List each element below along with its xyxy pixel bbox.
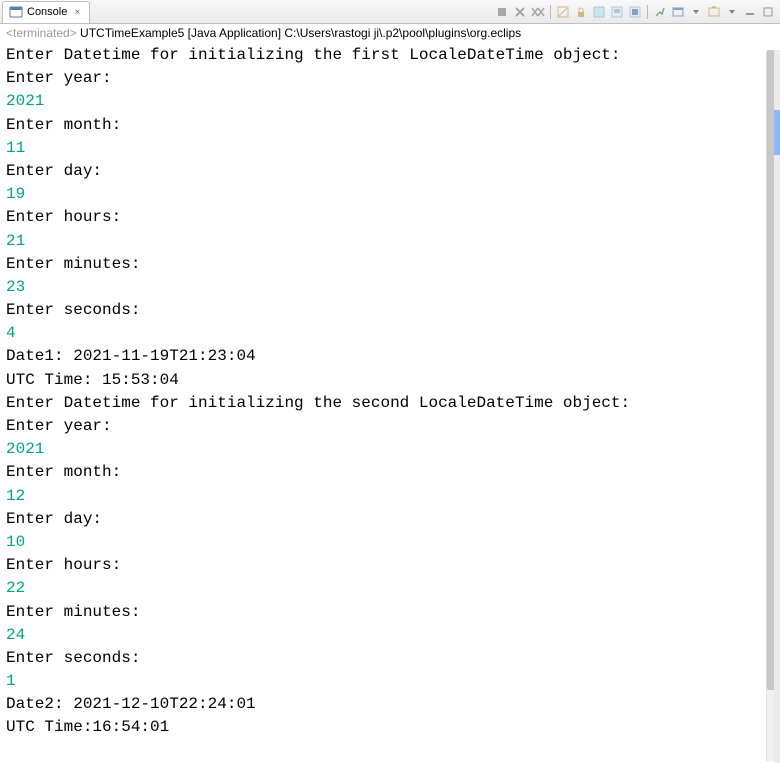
user-input-line: 22	[6, 577, 774, 600]
output-line: Enter day:	[6, 508, 774, 531]
output-line: Enter minutes:	[6, 253, 774, 276]
output-line: Enter month:	[6, 461, 774, 484]
output-line: Enter year:	[6, 415, 774, 438]
overview-ruler-highlight	[774, 110, 780, 155]
remove-all-icon[interactable]	[530, 4, 546, 20]
output-line: Enter hours:	[6, 554, 774, 577]
output-line: Enter seconds:	[6, 647, 774, 670]
separator	[550, 5, 551, 19]
output-line: Enter seconds:	[6, 299, 774, 322]
close-icon[interactable]: ×	[71, 6, 83, 18]
user-input-line: 12	[6, 485, 774, 508]
output-line: Date1: 2021-11-19T21:23:04	[6, 345, 774, 368]
user-input-line: 2021	[6, 90, 774, 113]
show-standard-err-icon[interactable]	[627, 4, 643, 20]
terminated-label: <terminated>	[6, 26, 77, 40]
user-input-line: 23	[6, 276, 774, 299]
clear-console-icon[interactable]	[555, 4, 571, 20]
user-input-line: 21	[6, 230, 774, 253]
console-icon	[9, 5, 23, 19]
console-toolbar	[494, 4, 780, 20]
user-input-line: 19	[6, 183, 774, 206]
minimize-icon[interactable]	[742, 4, 758, 20]
output-line: Enter month:	[6, 114, 774, 137]
user-input-line: 2021	[6, 438, 774, 461]
output-line: Enter Datetime for initializing the firs…	[6, 44, 774, 67]
pin-console-icon[interactable]	[652, 4, 668, 20]
output-line: Date2: 2021-12-10T22:24:01	[6, 693, 774, 716]
launch-path: UTCTimeExample5 [Java Application] C:\Us…	[77, 26, 521, 40]
word-wrap-icon[interactable]	[591, 4, 607, 20]
output-line: Enter hours:	[6, 206, 774, 229]
user-input-line: 11	[6, 137, 774, 160]
user-input-line: 1	[6, 670, 774, 693]
overview-ruler	[774, 50, 780, 763]
output-line: UTC Time: 15:53:04	[6, 369, 774, 392]
user-input-line: 24	[6, 624, 774, 647]
user-input-line: 10	[6, 531, 774, 554]
scroll-lock-icon[interactable]	[573, 4, 589, 20]
remove-launch-icon[interactable]	[512, 4, 528, 20]
output-line: UTC Time:16:54:01	[6, 716, 774, 739]
tab-bar: Console ×	[0, 0, 780, 24]
output-line: Enter Datetime for initializing the seco…	[6, 392, 774, 415]
output-line: Enter minutes:	[6, 601, 774, 624]
open-console-icon[interactable]	[706, 4, 722, 20]
console-tab[interactable]: Console ×	[2, 1, 90, 23]
display-selected-console-icon[interactable]	[670, 4, 686, 20]
dropdown-arrow-icon[interactable]	[688, 4, 704, 20]
output-line: Enter day:	[6, 160, 774, 183]
output-line: Enter year:	[6, 67, 774, 90]
user-input-line: 4	[6, 322, 774, 345]
dropdown-arrow-icon[interactable]	[724, 4, 740, 20]
stop-icon[interactable]	[494, 4, 510, 20]
console-tab-label: Console	[27, 6, 67, 18]
show-standard-out-icon[interactable]	[609, 4, 625, 20]
console-output[interactable]: Enter Datetime for initializing the firs…	[0, 42, 780, 761]
separator	[647, 5, 648, 19]
maximize-icon[interactable]	[760, 4, 776, 20]
launch-status: <terminated> UTCTimeExample5 [Java Appli…	[0, 24, 780, 42]
